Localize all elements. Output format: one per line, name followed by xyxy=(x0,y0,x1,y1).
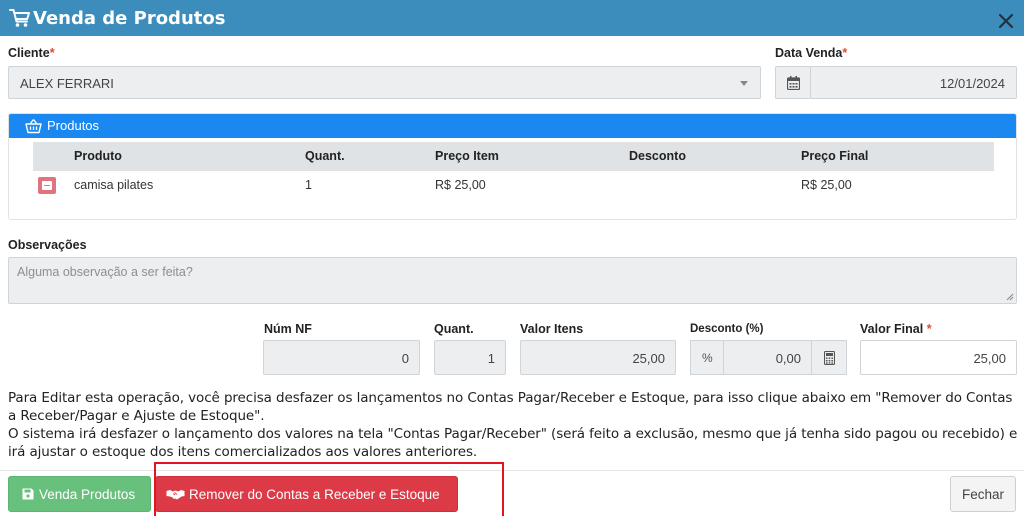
chevron-down-icon xyxy=(740,81,748,86)
calendar-icon xyxy=(787,76,800,90)
percent-icon: % xyxy=(702,351,713,365)
calculator-icon xyxy=(824,351,835,365)
calculator-addon[interactable] xyxy=(811,340,847,375)
cell-preco-item: R$ 25,00 xyxy=(435,178,486,192)
desconto-label: Desconto (%) xyxy=(690,323,764,335)
observacoes-textarea[interactable]: Alguma observação a ser feita? xyxy=(8,257,1017,304)
info-line-2: O sistema irá desfazer o lançamento dos … xyxy=(8,426,1018,460)
quant-input[interactable]: 1 xyxy=(434,340,506,375)
cliente-label: Cliente* xyxy=(8,46,55,60)
num-nf-input[interactable]: 0 xyxy=(263,340,420,375)
desconto-input[interactable]: 0,00 xyxy=(723,340,812,375)
fechar-button[interactable]: Fechar xyxy=(950,476,1016,512)
close-icon[interactable] xyxy=(998,13,1014,29)
produtos-panel-header: Produtos xyxy=(9,114,1016,138)
resize-grip-icon[interactable] xyxy=(1006,293,1014,301)
observacoes-placeholder: Alguma observação a ser feita? xyxy=(17,265,193,279)
cell-preco-final: R$ 25,00 xyxy=(801,178,852,192)
modal-title: Venda de Produtos xyxy=(33,8,226,29)
valor-itens-input[interactable]: 25,00 xyxy=(520,340,676,375)
required-mark: * xyxy=(842,46,848,60)
column-header: Produto xyxy=(74,149,122,163)
valor-final-label: Valor Final * xyxy=(860,322,932,336)
num-nf-label: Núm NF xyxy=(264,322,312,336)
cart-icon xyxy=(9,9,30,27)
column-header: Quant. xyxy=(305,149,345,163)
percent-addon: % xyxy=(690,340,724,375)
remove-item-button[interactable] xyxy=(38,177,56,194)
produtos-title: Produtos xyxy=(47,118,100,133)
cliente-value: ALEX FERRARI xyxy=(20,76,114,91)
venda-produtos-button[interactable]: Venda Produtos xyxy=(8,476,151,512)
cell-produto: camisa pilates xyxy=(74,178,154,192)
quant-label: Quant. xyxy=(434,322,474,336)
save-icon xyxy=(22,488,34,500)
data-venda-label: Data Venda* xyxy=(775,46,848,60)
observacoes-label: Observações xyxy=(8,238,87,252)
cliente-select[interactable]: ALEX FERRARI xyxy=(8,66,761,99)
info-message: Para Editar esta operação, você precisa … xyxy=(8,389,1018,461)
basket-icon xyxy=(25,119,42,134)
info-line-1: Para Editar esta operação, você precisa … xyxy=(8,390,1013,424)
table-header: Produto Quant. Preço Item Desconto Preço… xyxy=(33,142,994,171)
valor-final-input[interactable]: 25,00 xyxy=(860,340,1017,375)
column-header: Preço Final xyxy=(801,149,869,163)
valor-itens-label: Valor Itens xyxy=(520,322,584,336)
column-header: Preço Item xyxy=(435,149,499,163)
highlight-box xyxy=(154,462,504,516)
required-mark: * xyxy=(926,322,932,336)
modal-header: Venda de Produtos xyxy=(0,0,1024,36)
cell-quant: 1 xyxy=(305,178,312,192)
calendar-addon[interactable] xyxy=(775,66,811,99)
column-header: Desconto xyxy=(629,149,686,163)
data-venda-input[interactable]: 12/01/2024 xyxy=(810,66,1017,99)
produtos-panel: Produtos Produto Quant. Preço Item Desco… xyxy=(8,113,1017,220)
required-mark: * xyxy=(49,46,55,60)
